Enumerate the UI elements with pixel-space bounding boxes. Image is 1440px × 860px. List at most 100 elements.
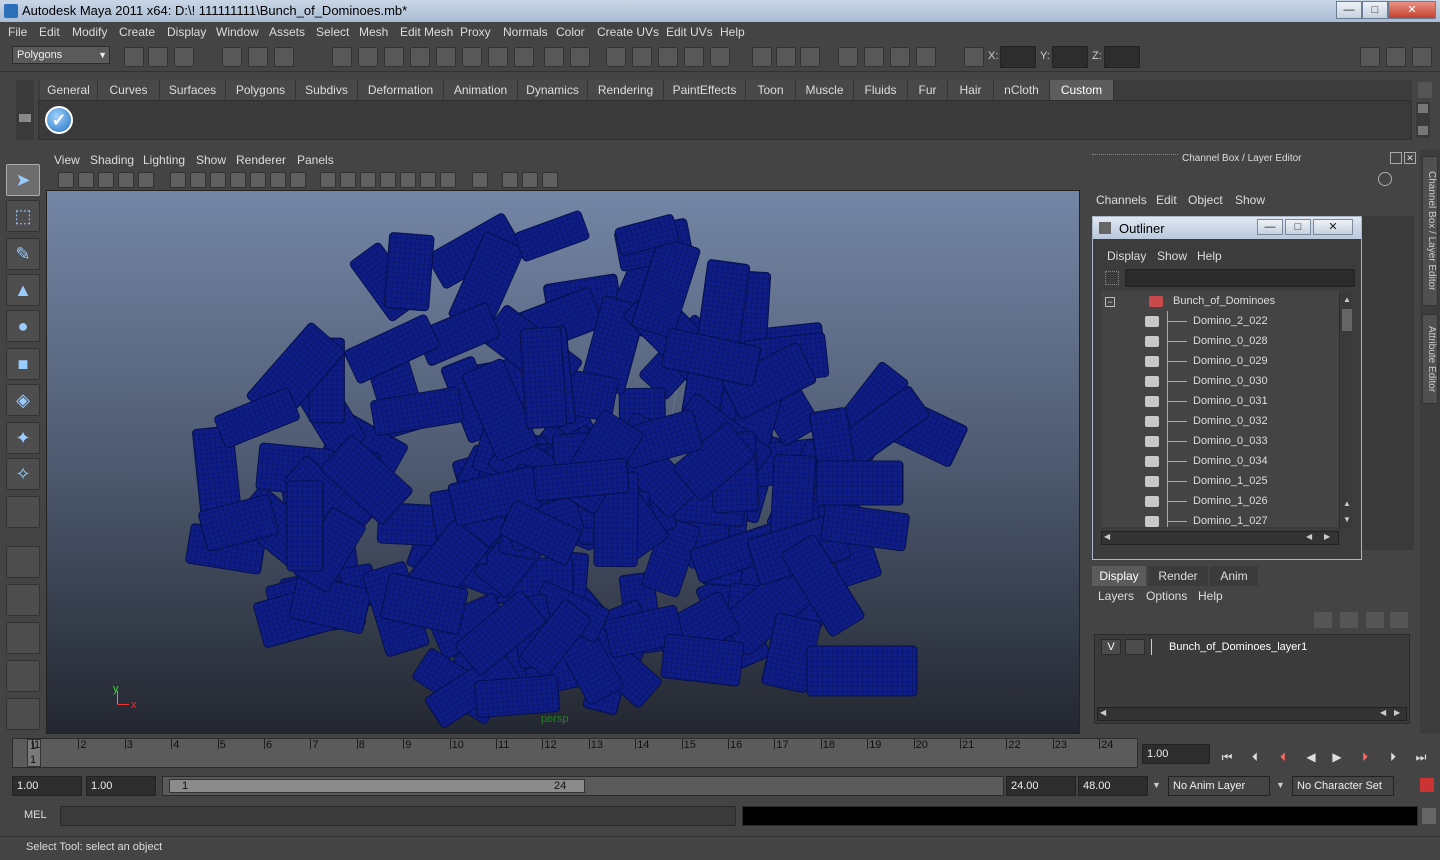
list-item[interactable]: Domino_1_026	[1101, 491, 1339, 511]
construction-history-icon[interactable]	[462, 47, 482, 67]
resolution-gate-icon[interactable]	[210, 172, 226, 188]
chevron-down-icon[interactable]: ▼	[1342, 515, 1352, 525]
chevron-left-icon[interactable]: ◀	[1306, 532, 1312, 541]
command-language-button[interactable]: MEL	[24, 809, 47, 821]
tab-deformation[interactable]: Deformation	[358, 80, 444, 100]
viewport-menu-view[interactable]: View	[54, 153, 80, 167]
step-forward-frame-icon[interactable]: ⏵	[1384, 748, 1402, 766]
help-icon[interactable]	[514, 47, 534, 67]
soft-modification-icon[interactable]: ✦	[6, 422, 40, 454]
menu-modify[interactable]: Modify	[72, 25, 107, 39]
layers-menu-help[interactable]: Help	[1198, 589, 1223, 603]
snap-surface-icon[interactable]	[436, 47, 456, 67]
output-line-icon[interactable]	[776, 47, 796, 67]
tab-muscle[interactable]: Muscle	[796, 80, 854, 100]
custom-layout-icon[interactable]	[6, 698, 40, 730]
layer-horizontal-scrollbar[interactable]: ◀ ◀ ▶	[1097, 707, 1407, 721]
close-button[interactable]: ✕	[1388, 1, 1436, 19]
script-editor-icon[interactable]	[864, 47, 884, 67]
menu-mesh[interactable]: Mesh	[359, 25, 388, 39]
menu-file[interactable]: File	[8, 25, 27, 39]
four-pane-layout-icon[interactable]	[6, 584, 40, 616]
tab-general[interactable]: General	[40, 80, 98, 100]
outliner-title-bar[interactable]: Outliner — □ ✕	[1093, 217, 1361, 239]
domino-mesh[interactable]	[806, 645, 918, 697]
animation-start-field[interactable]: 1.00	[12, 776, 82, 796]
domino-mesh[interactable]	[816, 460, 904, 506]
ipr-render-icon[interactable]	[632, 47, 652, 67]
auto-key-icon[interactable]	[1398, 780, 1412, 792]
menu-select[interactable]: Select	[316, 25, 349, 39]
shelf-scroll[interactable]	[1416, 102, 1430, 138]
wireframe-on-shaded-icon[interactable]	[360, 172, 376, 188]
absolute-transform-icon[interactable]	[964, 47, 984, 67]
perspective-viewport[interactable]: y x persp	[46, 190, 1080, 734]
outliner-filter-input[interactable]	[1125, 269, 1355, 287]
domino-mesh[interactable]	[519, 326, 568, 430]
two-d-pan-zoom-icon[interactable]	[138, 172, 154, 188]
hypershade-icon[interactable]	[684, 47, 704, 67]
shelf-menu-handle[interactable]	[16, 80, 34, 140]
z-field[interactable]	[1104, 46, 1140, 68]
attribute-filter-icon[interactable]	[800, 47, 820, 67]
menu-window[interactable]: Window	[216, 25, 259, 39]
list-item[interactable]: Domino_1_025	[1101, 471, 1339, 491]
use-all-lights-icon[interactable]	[400, 172, 416, 188]
render-view-icon[interactable]	[488, 47, 508, 67]
play-forwards-icon[interactable]: ▶	[1328, 748, 1346, 766]
render-sequence-icon[interactable]	[710, 47, 730, 67]
channel-box-toggle-icon[interactable]	[1360, 172, 1374, 186]
tab-fluids[interactable]: Fluids	[854, 80, 908, 100]
outliner-menu-help[interactable]: Help	[1197, 249, 1222, 263]
go-to-end-icon[interactable]: ⏭	[1412, 748, 1430, 766]
camera-attributes-icon[interactable]	[78, 172, 94, 188]
layer-playback-toggle[interactable]	[1125, 639, 1145, 655]
new-layer-icon[interactable]	[1366, 612, 1384, 628]
play-backwards-icon[interactable]: ◀	[1302, 748, 1320, 766]
xray-joints-icon[interactable]	[522, 172, 538, 188]
step-back-frame-icon[interactable]: ⏴	[1246, 748, 1264, 766]
menu-help[interactable]: Help	[720, 25, 745, 39]
time-slider[interactable]: 1 1 1 2 3 4 5 6 7 8 9 10 11 12 13 14 15 16 17 18 19 20 21 22 2…	[12, 738, 1138, 768]
chevron-down-icon[interactable]: ▼	[1152, 780, 1161, 790]
move-layer-up-icon[interactable]	[1314, 612, 1332, 628]
tab-fur[interactable]: Fur	[908, 80, 948, 100]
current-time-field[interactable]: 1.00	[1142, 744, 1210, 764]
tab-anim-layers[interactable]: Anim	[1210, 566, 1258, 586]
go-to-start-icon[interactable]: ⏮	[1218, 748, 1236, 766]
transform-icon[interactable]	[838, 47, 858, 67]
chevron-up-icon[interactable]: ▲	[1342, 499, 1352, 509]
list-item[interactable]: Domino_0_033	[1101, 431, 1339, 451]
playback-end-field[interactable]: 24.00	[1006, 776, 1076, 796]
chevron-up-icon[interactable]	[1418, 104, 1428, 113]
domino-mesh[interactable]	[473, 674, 561, 718]
chevron-up-icon[interactable]: ▲	[1342, 295, 1352, 305]
list-item[interactable]: Domino_2_022	[1101, 311, 1339, 331]
list-item[interactable]: Bunch_of_Dominoes	[1101, 291, 1339, 311]
snap-point-icon[interactable]	[384, 47, 404, 67]
scale-tool-icon[interactable]: ■	[6, 348, 40, 380]
tab-animation[interactable]: Animation	[444, 80, 518, 100]
grid-icon[interactable]	[170, 172, 186, 188]
snap-plane-icon[interactable]	[410, 47, 430, 67]
viewport-menu-renderer[interactable]: Renderer	[236, 153, 286, 167]
channels-menu-show[interactable]: Show	[1235, 193, 1265, 207]
chevron-down-icon[interactable]: ▼	[1276, 780, 1285, 790]
tab-dynamics[interactable]: Dynamics	[518, 80, 588, 100]
menu-edit-mesh[interactable]: Edit Mesh	[400, 25, 453, 39]
step-back-key-icon[interactable]: ⏴	[1274, 748, 1292, 766]
shelf-options-icon[interactable]	[19, 114, 31, 122]
show-attribute-editor-icon[interactable]	[1360, 47, 1380, 67]
list-item[interactable]: Domino_0_028	[1101, 331, 1339, 351]
character-set-selector[interactable]: No Character Set	[1292, 776, 1394, 796]
rotate-tool-icon[interactable]: ●	[6, 310, 40, 342]
script-editor-button[interactable]	[1422, 808, 1436, 824]
outliner-close-button[interactable]: ✕	[1313, 219, 1353, 235]
select-camera-icon[interactable]	[58, 172, 74, 188]
menu-display[interactable]: Display	[167, 25, 206, 39]
domino-mesh[interactable]	[383, 232, 435, 312]
menu-proxy[interactable]: Proxy	[460, 25, 491, 39]
menu-assets[interactable]: Assets	[269, 25, 305, 39]
smooth-shade-icon[interactable]	[340, 172, 356, 188]
filter-icon[interactable]	[1105, 271, 1119, 285]
